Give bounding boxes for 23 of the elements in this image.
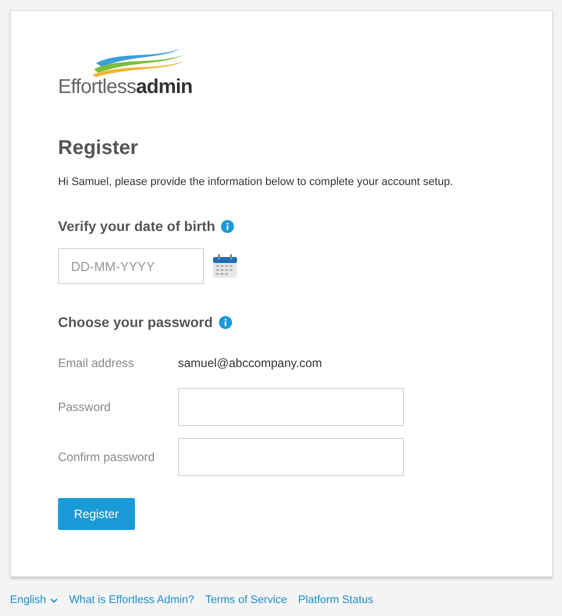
chevron-down-icon xyxy=(50,598,58,602)
password-field[interactable] xyxy=(178,438,404,476)
logo-text: Effortless xyxy=(58,76,136,98)
section-heading: Verify your date of birth xyxy=(58,218,216,234)
footer-link[interactable]: Terms of Service xyxy=(205,594,288,606)
email-value: samuel@abccompany.com xyxy=(178,355,324,372)
info-icon[interactable] xyxy=(221,220,234,232)
info-icon[interactable] xyxy=(218,316,232,328)
field-label: Password xyxy=(58,400,112,414)
page-title: Register xyxy=(58,137,140,160)
register-button[interactable]: Register xyxy=(58,498,135,530)
section-heading: Choose your password xyxy=(58,314,213,330)
logo-text: admin xyxy=(136,76,192,98)
password-field[interactable] xyxy=(178,388,404,426)
language-link[interactable]: English xyxy=(10,594,58,606)
intro-text: Hi Samuel, please provide the information below to complete your account setup. xyxy=(58,176,454,188)
calendar-icon[interactable] xyxy=(212,253,238,279)
field-label: Email address xyxy=(58,356,136,370)
date-field[interactable]: DD-MM-YYYY xyxy=(58,248,204,284)
footer-link[interactable]: Platform Status xyxy=(298,594,374,606)
field-label: Confirm password xyxy=(58,450,156,464)
logo-icon xyxy=(90,49,186,77)
footer-link[interactable]: What is Effortless Admin? xyxy=(69,594,194,606)
